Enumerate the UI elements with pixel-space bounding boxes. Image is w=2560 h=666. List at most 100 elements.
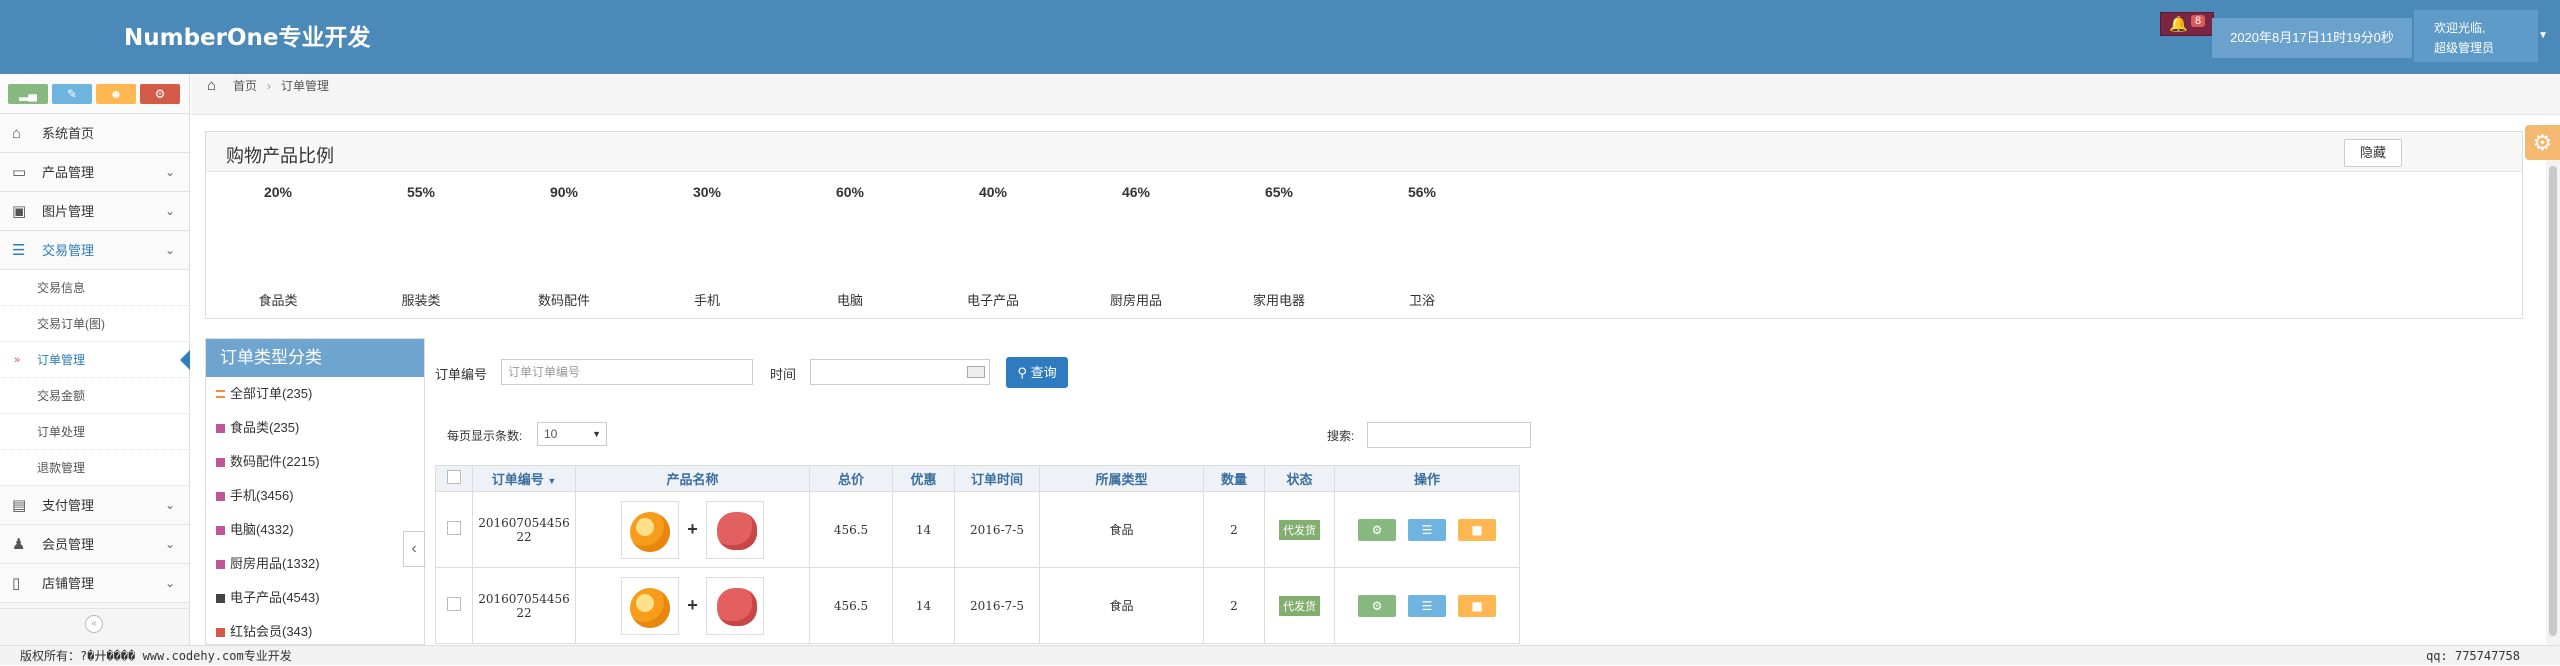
welcome-text: 欢迎光临, [2434, 21, 2486, 35]
panel-title: 购物产品比例 [226, 146, 334, 166]
sidebar-subitem-order-processing[interactable]: 订单处理 [0, 414, 189, 450]
notification-count-badge: 8 [2191, 15, 2206, 27]
signal-icon[interactable]: ▂▄ [8, 84, 48, 104]
col-header-label: 产品名称 [666, 472, 719, 487]
orange-product-image[interactable] [621, 576, 680, 635]
select-all-checkbox[interactable] [447, 470, 461, 484]
cogs-icon[interactable]: ⚙ [140, 84, 180, 104]
status-badge: 代发货 [1279, 595, 1320, 616]
order-no-input[interactable]: 订单订单编号 [501, 359, 753, 385]
category-item[interactable]: 食品类(235) [206, 411, 424, 445]
sidebar-subitem-trade-amount[interactable]: 交易金额 [0, 378, 189, 414]
col-header-status[interactable]: 状态 [1264, 465, 1335, 492]
col-header-label: 操作 [1413, 472, 1440, 487]
sidebar-item-label: 会员管理 [42, 537, 95, 552]
row-checkbox[interactable] [447, 521, 461, 535]
ship-icon[interactable]: ⚙ [1358, 594, 1396, 617]
breadcrumb: ⌂ 首页 › 订单管理 [191, 74, 2560, 115]
sidebar-subitem-trade-orders-chart[interactable]: 交易订单(图) [0, 306, 189, 342]
col-header-date[interactable]: 订单时间 [954, 465, 1040, 492]
ship-icon[interactable]: ⚙ [1358, 518, 1396, 541]
order-no-part: 22 [516, 605, 532, 620]
discount-cell: 14 [892, 491, 955, 568]
breadcrumb-home-link[interactable]: 首页 [233, 74, 257, 98]
sidebar-item-home[interactable]: ⌂ 系统首页 [0, 114, 189, 153]
vertical-scrollbar[interactable] [2546, 160, 2560, 645]
chevron-left-icon[interactable]: ‹ [403, 531, 425, 567]
sidebar-item-pictures[interactable]: ▣ 图片管理 ⌄ [0, 192, 189, 231]
home-icon[interactable]: ⌂ [207, 74, 216, 98]
status-cell: 代发货 [1264, 567, 1335, 644]
sidebar-subitem-order-management[interactable]: » 订单管理 [0, 342, 190, 378]
brand-logo[interactable]: NumberOne专业开发 [124, 18, 371, 52]
category-item[interactable]: 电脑(4332) [206, 513, 424, 547]
category-item[interactable]: 数码配件(2215) [206, 445, 424, 479]
total-cell: 456.5 [809, 491, 893, 568]
trash-icon[interactable]: ■ [1458, 594, 1496, 617]
category-item[interactable]: 手机(3456) [206, 479, 424, 513]
sidebar-item-payments[interactable]: ▤ 支付管理 ⌄ [0, 486, 189, 525]
settings-gear-icon[interactable]: ⚙ [2525, 125, 2560, 160]
category-item[interactable]: 厨房用品(1332) [206, 547, 424, 581]
category-item[interactable]: 全部订单(235) [206, 377, 424, 411]
select-all-header [435, 465, 473, 492]
ratio-percent: 30% [692, 184, 722, 200]
product-cell: + [575, 491, 810, 568]
col-header-qty[interactable]: 数量 [1203, 465, 1265, 492]
ratio-percent: 60% [835, 184, 865, 200]
double-angle-right-icon: » [14, 354, 21, 366]
apple-product-image[interactable] [705, 500, 764, 559]
page-size-select[interactable]: 10 ▼ [537, 422, 607, 446]
hide-button[interactable]: 隐藏 [2344, 139, 2402, 167]
row-checkbox[interactable] [447, 597, 461, 611]
sidebar-subitem-trade-info[interactable]: 交易信息 [0, 270, 189, 306]
pencil-icon[interactable]: ✎ [52, 84, 92, 104]
square-icon [216, 526, 225, 535]
col-header-total[interactable]: 总价 [809, 465, 893, 492]
time-input[interactable] [810, 359, 990, 385]
type-cell: 食品 [1039, 491, 1204, 568]
ratio-percent: 90% [549, 184, 579, 200]
users-icon[interactable]: ☻ [96, 84, 136, 104]
actions-cell: ⚙ ☰ ■ [1334, 567, 1520, 644]
credit-card-icon: ▤ [12, 497, 27, 514]
notifications-button[interactable]: 🔔 8 [2160, 12, 2214, 36]
query-button[interactable]: ⚲ 查询 [1006, 357, 1068, 388]
col-header-type[interactable]: 所属类型 [1039, 465, 1204, 492]
sidebar-item-products[interactable]: ▭ 产品管理 ⌄ [0, 153, 189, 192]
col-header-product[interactable]: 产品名称 [575, 465, 810, 492]
order-table: 订单编号 ▼ 产品名称 总价 优惠 订单时间 所属类型 数量 状态 操作 201… [435, 465, 1520, 644]
category-item[interactable]: 电子产品(4543) [206, 581, 424, 615]
chevron-down-icon: ⌄ [164, 576, 175, 590]
detail-list-icon[interactable]: ☰ [1408, 518, 1446, 541]
date-cell: 2016-7-5 [954, 567, 1040, 644]
sidebar-item-shops[interactable]: ▯ 店铺管理 ⌄ [0, 564, 189, 603]
sidebar-subitem-label: 交易信息 [37, 281, 86, 295]
col-header-order-no[interactable]: 订单编号 ▼ [472, 465, 576, 492]
table-row: 201607054456 22 + 456.5 14 2016-7-5 食品 2 … [435, 491, 1520, 568]
detail-list-icon[interactable]: ☰ [1408, 594, 1446, 617]
page-size-value: 10 [544, 427, 558, 441]
col-header-discount[interactable]: 优惠 [892, 465, 955, 492]
sidebar-subitem-refunds[interactable]: 退款管理 [0, 450, 189, 486]
search-icon: ⚲ [1017, 365, 1031, 380]
user-menu[interactable]: 欢迎光临, 超级管理员 ▼ [2414, 10, 2548, 62]
scrollbar-thumb[interactable] [2549, 166, 2557, 636]
chevron-down-icon: ⌄ [164, 204, 175, 218]
sidebar-collapse-button[interactable]: « [85, 615, 103, 633]
sidebar-item-label: 交易管理 [42, 243, 95, 258]
ratio-label: 电脑 [836, 293, 863, 308]
discount-cell: 14 [892, 567, 955, 644]
apple-product-image[interactable] [705, 576, 764, 635]
category-label: 全部订单(235) [230, 386, 313, 401]
trash-icon[interactable]: ■ [1458, 518, 1496, 541]
chevron-down-icon: ⌄ [164, 498, 175, 512]
ratio-label: 卫浴 [1408, 293, 1435, 308]
sidebar-item-trade[interactable]: ☰ 交易管理 ⌄ [0, 231, 189, 270]
product-ratio-panel: 购物产品比例 隐藏 20% 食品类 55% 服装类 90% 数码配件 30% 手… [205, 131, 2523, 319]
search-input[interactable] [1367, 422, 1531, 448]
sidebar-item-members[interactable]: ♟ 会员管理 ⌄ [0, 525, 189, 564]
orange-product-image[interactable] [621, 500, 680, 559]
copyright-text: 版权所有：?�廾���� www.codehy.com专业开发 [20, 649, 292, 663]
category-item[interactable]: 红钻会员(343) [206, 615, 424, 644]
